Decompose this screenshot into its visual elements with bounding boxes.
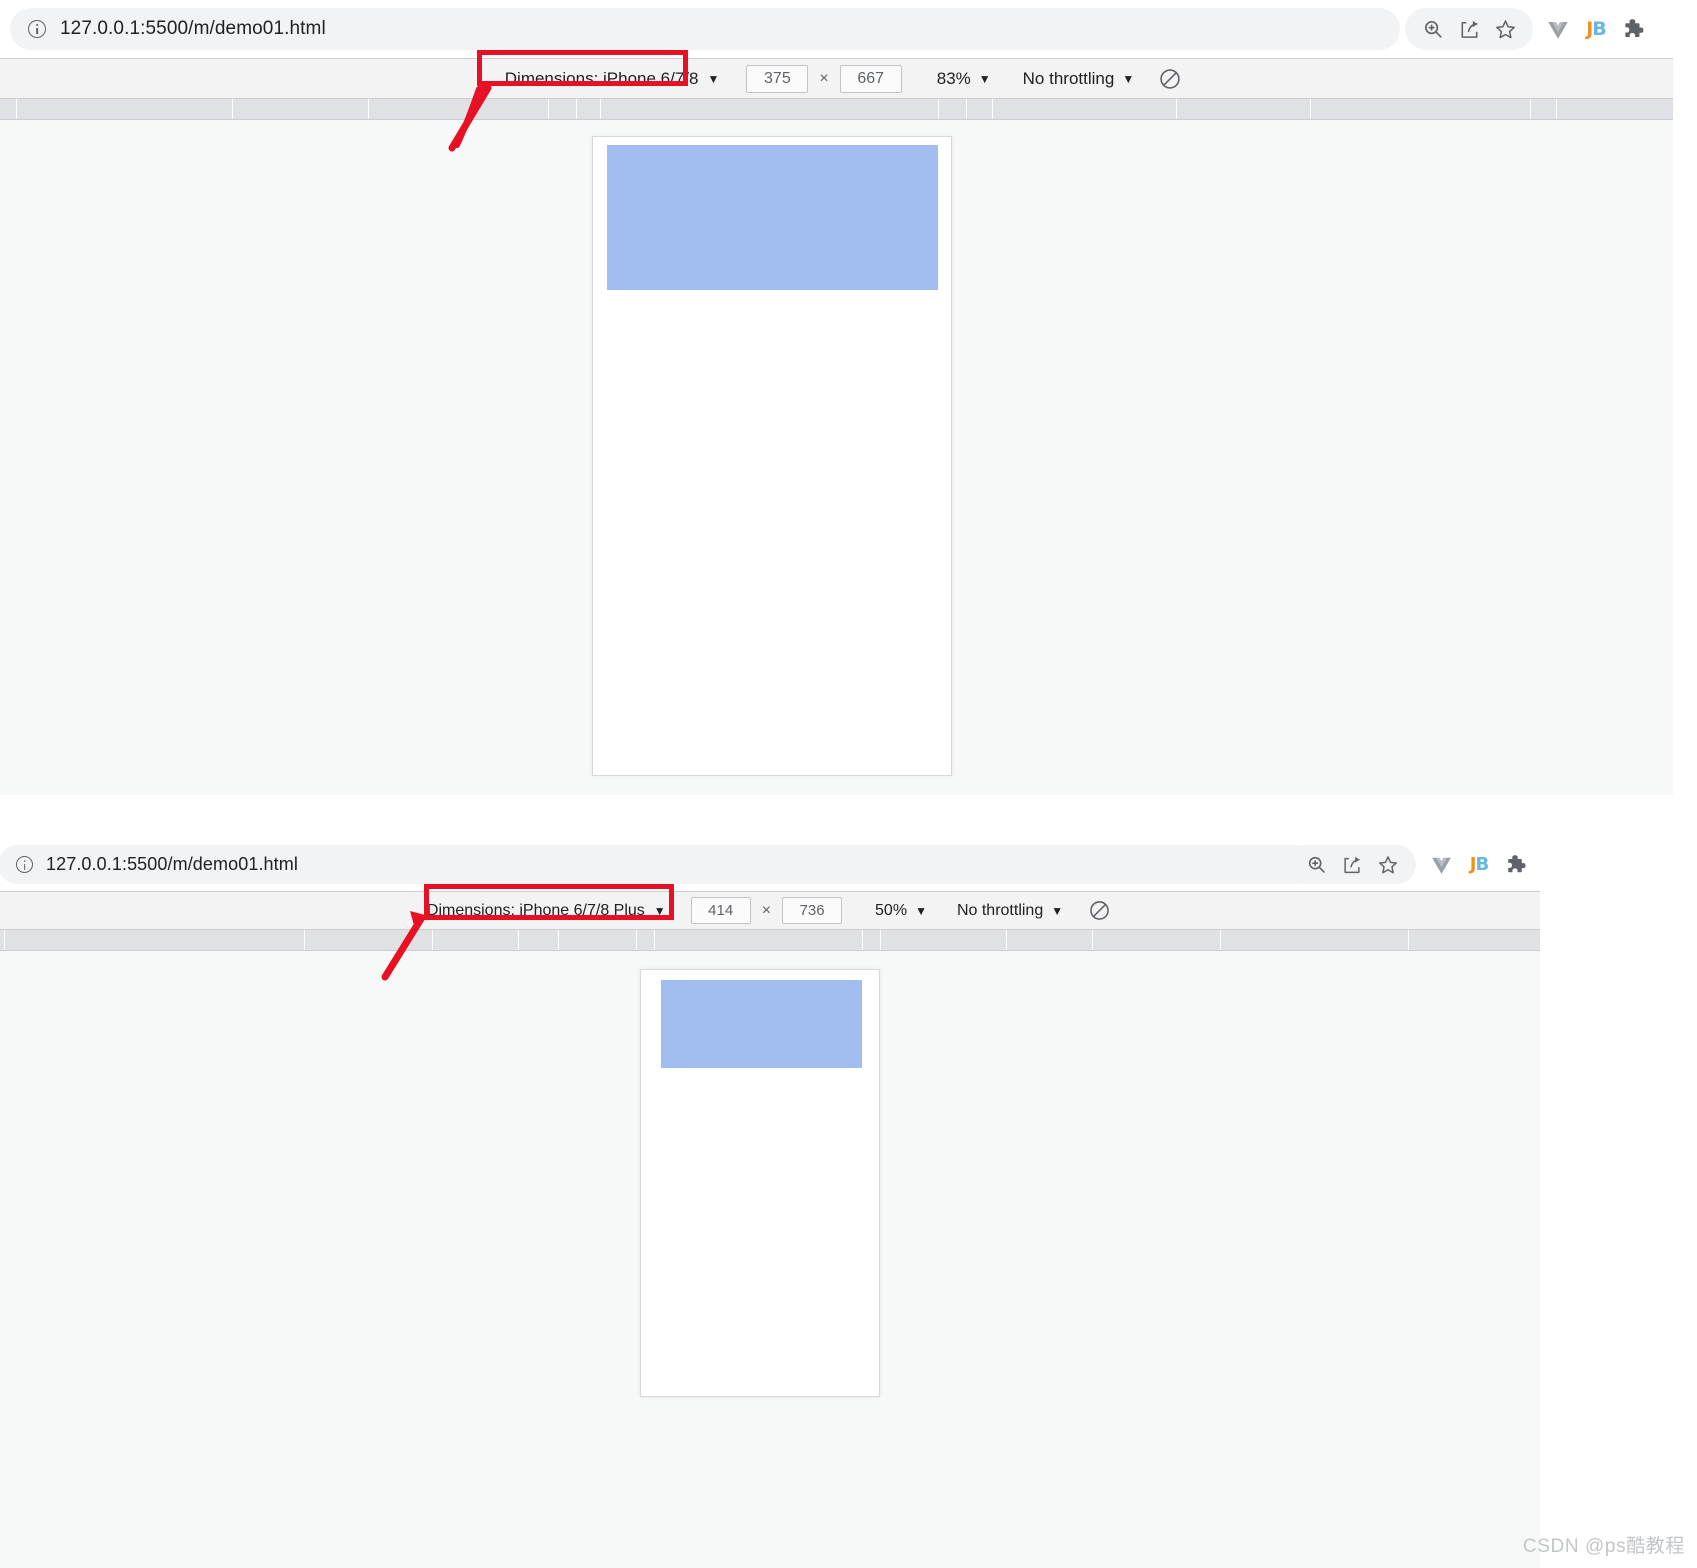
browser-toolbar-top: 127.0.0.1:5500/m/demo01.html J B <box>0 0 1673 58</box>
device-stage-bottom <box>0 951 1540 1568</box>
page-blue-block-top <box>607 145 938 290</box>
url-text-bottom: 127.0.0.1:5500/m/demo01.html <box>46 854 298 874</box>
star-outline-icon[interactable] <box>1370 847 1406 883</box>
ruler-tick <box>600 99 601 119</box>
page-blue-block-bottom <box>661 980 862 1068</box>
ruler-tick <box>1530 99 1531 119</box>
device-toolbar-controls-bottom: Dimensions: iPhone 6/7/8 Plus ▼ 414 × 73… <box>418 896 1116 926</box>
ruler-tick <box>432 930 433 950</box>
rotate-device-icon[interactable] <box>1153 64 1187 94</box>
zoom-value-bottom: 50% <box>875 901 908 919</box>
ruler-tick <box>576 99 577 119</box>
vue-devtools-icon[interactable] <box>1539 11 1577 47</box>
ruler-tick <box>232 99 233 119</box>
zoom-in-icon[interactable] <box>1298 847 1334 883</box>
jetbrains-ide-icon[interactable]: JB <box>1577 11 1615 47</box>
device-stage-top <box>0 120 1673 795</box>
dimensions-dropdown-bottom[interactable]: Dimensions: iPhone 6/7/8 Plus ▼ <box>418 899 675 923</box>
ruler-tick <box>1408 930 1409 950</box>
dimension-multiply-symbol-bottom: × <box>761 901 772 919</box>
ruler-tick <box>938 99 939 119</box>
browser-toolbar-bottom: 127.0.0.1:5500/m/demo01.html J B <box>0 838 1540 891</box>
chevron-down-icon: ▼ <box>707 71 720 86</box>
dimension-multiply-symbol-top: × <box>819 69 829 87</box>
chevron-down-icon: ▼ <box>1122 71 1135 86</box>
ruler-tick <box>1556 99 1557 119</box>
ruler-tick <box>862 930 863 950</box>
zoom-in-icon[interactable] <box>1415 11 1451 47</box>
jetbrains-logo-b: B <box>1592 18 1607 40</box>
puzzle-piece-icon[interactable] <box>1615 11 1653 47</box>
info-circle-icon[interactable] <box>16 856 33 873</box>
device-toolbar-controls-top: Dimensions: iPhone 6/7/8 ▼ 375 × 667 83%… <box>496 64 1187 94</box>
ruler-tick <box>966 99 967 119</box>
omnibox-action-pill-top <box>1405 8 1533 50</box>
device-height-input-top[interactable]: 667 <box>839 64 902 93</box>
throttling-dropdown-top[interactable]: No throttling ▼ <box>1014 66 1144 92</box>
extension-icons-bottom: JB <box>1422 847 1536 883</box>
chevron-down-icon: ▼ <box>1051 903 1064 918</box>
device-toolbar-top: Dimensions: iPhone 6/7/8 ▼ 375 × 667 83%… <box>0 58 1673 99</box>
screenshot-root: 127.0.0.1:5500/m/demo01.html J B Dimensi… <box>0 0 1697 1568</box>
omnibox-action-pill-bottom <box>1288 845 1416 884</box>
browser-window-top: 127.0.0.1:5500/m/demo01.html J B Dimensi… <box>0 0 1673 797</box>
ruler-tick <box>1006 930 1007 950</box>
ruler-tick <box>304 930 305 950</box>
zoom-value-top: 83% <box>936 68 971 88</box>
ruler-tick <box>654 930 655 950</box>
info-circle-icon[interactable] <box>28 20 46 38</box>
rotate-device-icon[interactable] <box>1082 896 1116 926</box>
share-icon[interactable] <box>1334 847 1370 883</box>
chevron-down-icon: ▼ <box>978 71 991 86</box>
zoom-dropdown-bottom[interactable]: 50% ▼ <box>866 899 936 923</box>
device-viewport-frame-bottom <box>640 969 880 1397</box>
ruler-tick <box>1310 99 1311 119</box>
device-page-content-top <box>607 145 939 769</box>
ruler-tick <box>636 930 637 950</box>
ruler-tick <box>368 99 369 119</box>
ruler-tick <box>16 99 17 119</box>
device-width-input-bottom[interactable]: 414 <box>690 897 751 924</box>
ruler-tick <box>1176 99 1177 119</box>
zoom-dropdown-top[interactable]: 83% ▼ <box>928 66 1000 92</box>
csdn-watermark: CSDN @ps酷教程 <box>1522 1536 1685 1557</box>
browser-actions-top: JB <box>1405 8 1653 50</box>
device-height-input-bottom[interactable]: 736 <box>782 897 843 924</box>
browser-actions-bottom: JB <box>1288 845 1536 884</box>
extension-icons-top: JB <box>1539 11 1653 47</box>
device-page-content-bottom <box>661 980 863 1396</box>
device-viewport-frame-top <box>592 136 952 776</box>
ruler-tick <box>548 99 549 119</box>
address-bar-top[interactable]: 127.0.0.1:5500/m/demo01.html <box>10 8 1400 50</box>
device-width-input-top[interactable]: 375 <box>746 64 809 93</box>
dimensions-label-bottom: Dimensions: iPhone 6/7/8 Plus <box>426 901 645 919</box>
ruler-tick <box>992 99 993 119</box>
ruler-tick <box>880 930 881 950</box>
ruler-tick <box>1220 930 1221 950</box>
star-outline-icon[interactable] <box>1487 11 1523 47</box>
device-ruler-top <box>0 99 1673 120</box>
share-icon[interactable] <box>1451 11 1487 47</box>
url-text-top: 127.0.0.1:5500/m/demo01.html <box>60 18 326 39</box>
address-bar-bottom[interactable]: 127.0.0.1:5500/m/demo01.html <box>0 845 1316 884</box>
device-toolbar-bottom: Dimensions: iPhone 6/7/8 Plus ▼ 414 × 73… <box>0 891 1540 930</box>
throttling-value-top: No throttling <box>1022 68 1115 88</box>
ruler-tick <box>4 930 5 950</box>
jetbrains-ide-icon[interactable]: JB <box>1460 847 1498 883</box>
puzzle-piece-icon[interactable] <box>1498 847 1536 883</box>
chevron-down-icon: ▼ <box>653 903 666 918</box>
vue-devtools-icon[interactable] <box>1422 847 1460 883</box>
ruler-tick <box>1092 930 1093 950</box>
ruler-tick <box>558 930 559 950</box>
dimensions-label-top: Dimensions: iPhone 6/7/8 <box>504 68 699 88</box>
dimensions-dropdown-top[interactable]: Dimensions: iPhone 6/7/8 ▼ <box>496 66 729 92</box>
device-ruler-bottom <box>0 930 1540 951</box>
chevron-down-icon: ▼ <box>915 903 927 918</box>
throttling-value-bottom: No throttling <box>956 901 1044 919</box>
jetbrains-logo-b: B <box>1475 854 1489 875</box>
ruler-tick <box>518 930 519 950</box>
browser-window-bottom: 127.0.0.1:5500/m/demo01.html J B Dimensi… <box>0 838 1540 1568</box>
throttling-dropdown-bottom[interactable]: No throttling ▼ <box>948 899 1072 923</box>
